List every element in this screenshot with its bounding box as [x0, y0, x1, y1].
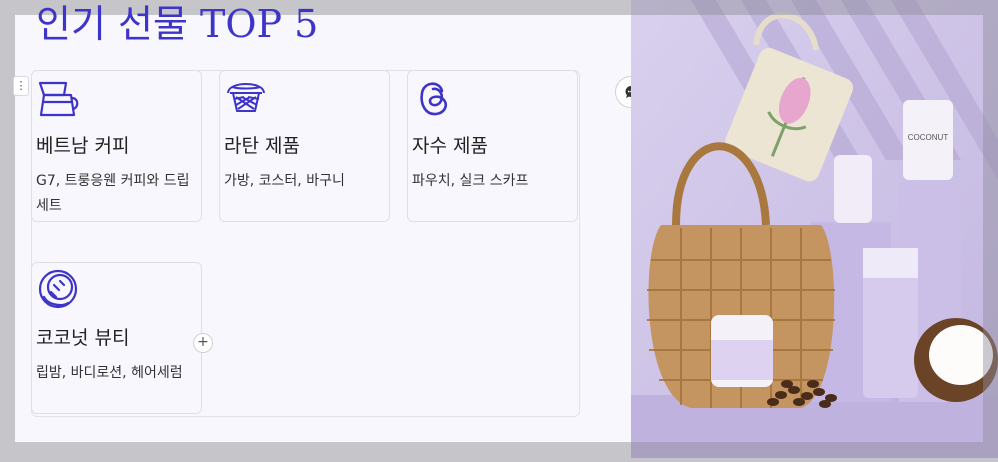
- card-description: G7, 트룽응웬 커피와 드립세트: [36, 173, 190, 214]
- card-embroidery[interactable]: 자수 제품 파우치, 실크 스카프: [407, 70, 578, 222]
- product-photo: COCONUT: [631, 0, 998, 458]
- card-title: 자수 제품: [412, 135, 488, 157]
- product-brand-label: COCONUT: [908, 133, 949, 142]
- coconut-icon: [36, 267, 80, 311]
- card-coconut-beauty[interactable]: 코코넛 뷰티 립밤, 바디로션, 헤어세럼: [31, 262, 202, 414]
- add-block-button[interactable]: +: [193, 333, 213, 353]
- card-title: 라탄 제품: [224, 135, 300, 157]
- card-vietnam-coffee[interactable]: 베트남 커피 G7, 트룽응웬 커피와 드립세트: [31, 70, 202, 222]
- card-description: 가방, 코스터, 바구니: [224, 173, 345, 189]
- page-title: 인기 선물 TOP 5: [36, 2, 319, 46]
- card-title: 베트남 커피: [36, 135, 130, 157]
- card-rattan[interactable]: 라탄 제품 가방, 코스터, 바구니: [219, 70, 390, 222]
- coffee-filter-icon: [36, 75, 80, 119]
- drag-handle-icon[interactable]: ⋮: [13, 76, 29, 96]
- basket-icon: [224, 75, 268, 119]
- card-description: 립밤, 바디로션, 헤어세럼: [36, 365, 183, 381]
- threads-icon: [412, 75, 456, 119]
- card-description: 파우치, 실크 스카프: [412, 173, 529, 189]
- card-title: 코코넛 뷰티: [36, 327, 130, 349]
